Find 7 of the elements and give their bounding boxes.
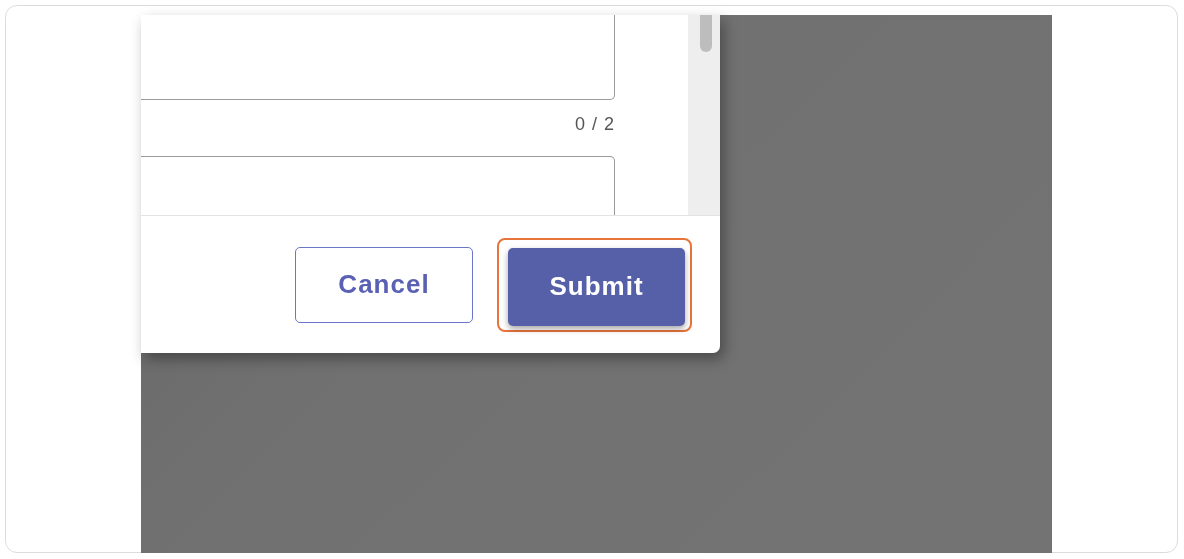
scrollbar-thumb[interactable] bbox=[700, 15, 712, 52]
character-counter: 0 / 2 bbox=[574, 114, 615, 136]
text-area-field[interactable] bbox=[141, 15, 615, 100]
text-area-field[interactable] bbox=[141, 156, 615, 215]
submit-button[interactable]: Submit bbox=[508, 247, 685, 326]
cancel-button[interactable]: Cancel bbox=[295, 246, 473, 323]
scrollbar[interactable] bbox=[688, 15, 720, 215]
